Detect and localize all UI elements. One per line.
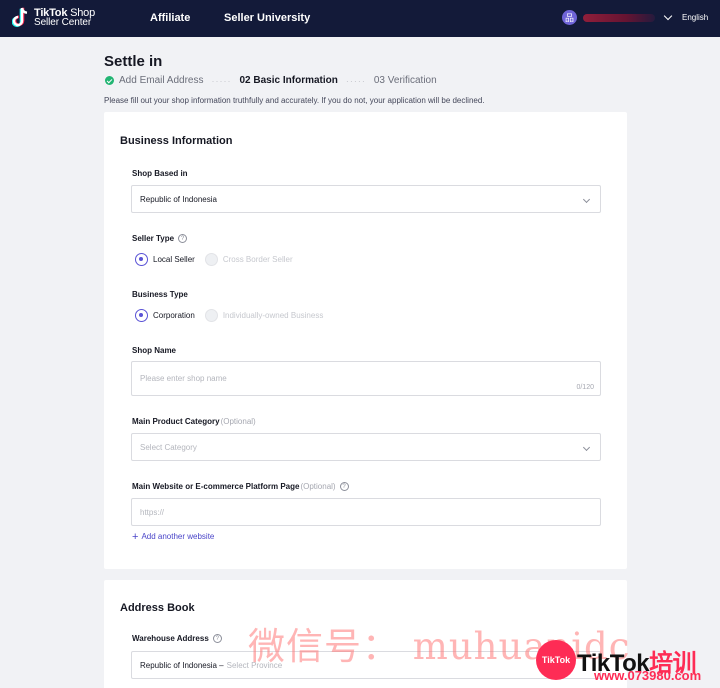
shop-based-in-select[interactable]: Republic of Indonesia — [131, 185, 601, 213]
plus-icon: + — [132, 530, 139, 543]
tiktok-logo-icon — [12, 7, 30, 29]
help-icon[interactable]: ? — [178, 234, 188, 243]
radio-selected-icon — [135, 309, 148, 322]
seller-type-label-text: Seller Type — [132, 234, 175, 243]
radio-disabled-icon — [204, 309, 218, 322]
website-label: Main Website or E-commerce Platform Page… — [132, 482, 349, 491]
step-separator: ····· — [345, 75, 366, 86]
top-nav: TikTok Shop Seller Center Affiliate Sell… — [0, 0, 720, 37]
section-title-business: Business Information — [120, 135, 233, 147]
section-title-address: Address Book — [120, 602, 195, 614]
main-category-label-text: Main Product Category — [132, 417, 220, 426]
help-icon[interactable]: ? — [339, 482, 349, 491]
watermark-url: www.073980.com — [594, 668, 702, 683]
warehouse-address-label-text: Warehouse Address — [132, 634, 209, 643]
add-another-website-link[interactable]: + Add another website — [132, 530, 215, 543]
radio-disabled-icon — [204, 253, 218, 266]
shop-name-placeholder: Please enter shop name — [140, 374, 227, 383]
nav-seller-university[interactable]: Seller University — [224, 12, 310, 24]
nav-affiliate[interactable]: Affiliate — [150, 12, 190, 24]
radio-selected-icon — [135, 253, 148, 266]
chevron-down-icon — [582, 443, 591, 452]
page-title: Settle in — [104, 53, 163, 70]
radio-label: Cross Border Seller — [222, 255, 293, 264]
chevron-down-icon — [582, 195, 591, 204]
language-selector[interactable]: English — [682, 13, 708, 22]
radio-corporation[interactable]: Corporation — [135, 309, 195, 322]
radio-label: Corporation — [153, 311, 195, 320]
business-type-label: Business Type — [132, 290, 188, 299]
warehouse-country-value: Republic of Indonesia – — [140, 660, 224, 670]
add-website-label: Add another website — [141, 532, 215, 541]
warehouse-address-label: Warehouse Address ? — [132, 634, 222, 643]
radio-cross-border-seller[interactable]: Cross Border Seller — [204, 253, 293, 266]
radio-individually-owned[interactable]: Individually-owned Business — [204, 309, 324, 322]
avatar: 品 — [562, 10, 577, 25]
progress-steps: Add Email Address ····· 02 Basic Informa… — [105, 75, 437, 86]
seller-type-radio-group: Local Seller Cross Border Seller — [135, 253, 303, 266]
optional-tag: (Optional) — [220, 417, 256, 426]
website-placeholder: https:// — [140, 507, 165, 517]
watermark-badge: TikTok — [536, 640, 576, 680]
seller-center-logo[interactable]: TikTok Shop Seller Center — [12, 7, 95, 29]
radio-local-seller[interactable]: Local Seller — [135, 253, 195, 266]
business-information-card: Business Information Shop Based in Repub… — [104, 112, 627, 569]
website-input[interactable]: https:// — [131, 498, 601, 526]
help-icon[interactable]: ? — [212, 634, 222, 643]
step-label: Add Email Address — [119, 75, 204, 86]
business-type-radio-group: Corporation Individually-owned Business — [135, 309, 333, 322]
check-circle-icon — [105, 76, 114, 85]
optional-tag: (Optional) — [300, 482, 336, 491]
step-separator: ····· — [211, 75, 232, 86]
shop-name-counter: 0/120 — [576, 384, 594, 391]
step-verification: 03 Verification — [373, 75, 437, 86]
seller-type-label: Seller Type ? — [132, 234, 188, 243]
shop-name-label: Shop Name — [132, 346, 177, 355]
account-menu[interactable]: 品 — [562, 10, 673, 25]
shop-based-in-value: Republic of Indonesia — [140, 194, 217, 204]
shop-name-input[interactable]: Please enter shop name 0/120 — [131, 361, 601, 396]
radio-label: Individually-owned Business — [222, 311, 324, 320]
account-name-redacted — [583, 13, 655, 22]
step-basic-information: 02 Basic Information — [239, 75, 338, 86]
logo-subtitle: Seller Center — [34, 17, 92, 28]
main-category-select[interactable]: Select Category — [131, 433, 601, 461]
shop-based-in-label: Shop Based in — [132, 169, 188, 178]
form-notice: Please fill out your shop information tr… — [104, 96, 485, 105]
main-category-placeholder: Select Category — [140, 442, 197, 452]
chevron-down-icon — [663, 11, 673, 20]
main-category-label: Main Product Category (Optional) — [132, 417, 256, 426]
website-label-text: Main Website or E-commerce Platform Page — [132, 482, 300, 491]
step-add-email: Add Email Address — [105, 75, 204, 86]
radio-label: Local Seller — [153, 255, 195, 264]
